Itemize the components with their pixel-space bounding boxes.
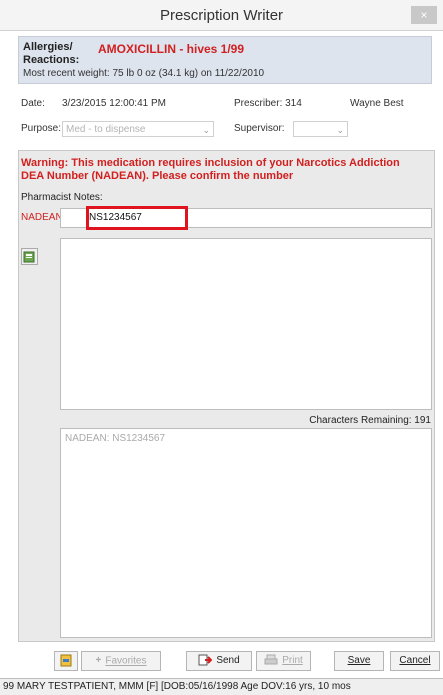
- supervisor-label: Supervisor:: [234, 123, 285, 134]
- nadean-label: NADEAN:: [21, 212, 66, 223]
- notepad-icon: [23, 251, 35, 263]
- weight-info: Most recent weight: 75 lb 0 oz (34.1 kg)…: [23, 68, 265, 79]
- save-label: Save: [347, 655, 371, 666]
- prescriber-name: Wayne Best: [350, 98, 404, 109]
- send-icon: [198, 654, 213, 666]
- drug-info-button[interactable]: [54, 651, 78, 671]
- chevron-down-icon: ⌄: [202, 125, 210, 135]
- favorites-button[interactable]: + Favorites: [81, 651, 161, 671]
- favorites-label: Favorites: [105, 655, 147, 667]
- characters-remaining: Characters Remaining: 191: [309, 415, 431, 426]
- date-value: 3/23/2015 12:00:41 PM: [62, 98, 166, 109]
- print-button[interactable]: Print: [256, 651, 311, 671]
- allergy-banner: Allergies/ Reactions: AMOXICILLIN - hive…: [18, 36, 432, 84]
- patient-status-bar: 99 MARY TESTPATIENT, MMM [F] [DOB:05/16/…: [0, 678, 443, 695]
- allergy-label-line1: Allergies/: [23, 41, 73, 53]
- notes-preview: NADEAN: NS1234567: [60, 428, 432, 638]
- allergy-value: AMOXICILLIN - hives 1/99: [98, 42, 245, 56]
- pharmacist-notes-textarea[interactable]: [60, 238, 432, 410]
- cancel-button[interactable]: Cancel: [390, 651, 440, 671]
- window-title: Prescription Writer: [159, 7, 284, 24]
- title-bar: Prescription Writer ×: [0, 0, 443, 31]
- print-label: Print: [282, 655, 303, 666]
- allergy-label: Allergies/ Reactions:: [23, 41, 79, 67]
- add-favorite-icon: +: [95, 655, 102, 666]
- pill-bottle-icon: [60, 654, 72, 667]
- pharmacist-notes-label: Pharmacist Notes:: [21, 192, 103, 203]
- purpose-value: Med - to dispense: [66, 124, 146, 135]
- cancel-label: Cancel: [399, 655, 431, 666]
- save-button[interactable]: Save: [334, 651, 384, 671]
- allergy-label-line2: Reactions:: [23, 54, 80, 66]
- purpose-select[interactable]: Med - to dispense ⌄: [62, 121, 214, 137]
- button-bar: + Favorites Send Print Save Cancel: [18, 646, 443, 676]
- printer-icon: [264, 654, 278, 665]
- chevron-down-icon: ⌄: [336, 125, 344, 135]
- note-template-button[interactable]: [21, 248, 38, 265]
- send-label: Send: [216, 655, 240, 666]
- narcotics-warning: Warning: This medication requires inclus…: [21, 157, 400, 182]
- nadean-highlight: [86, 206, 188, 230]
- date-label: Date:: [21, 98, 45, 109]
- purpose-label: Purpose:: [21, 123, 62, 134]
- close-button[interactable]: ×: [411, 6, 437, 24]
- supervisor-select[interactable]: ⌄: [293, 121, 348, 137]
- send-button[interactable]: Send: [186, 651, 252, 671]
- prescriber-label: Prescriber: 314: [234, 98, 302, 109]
